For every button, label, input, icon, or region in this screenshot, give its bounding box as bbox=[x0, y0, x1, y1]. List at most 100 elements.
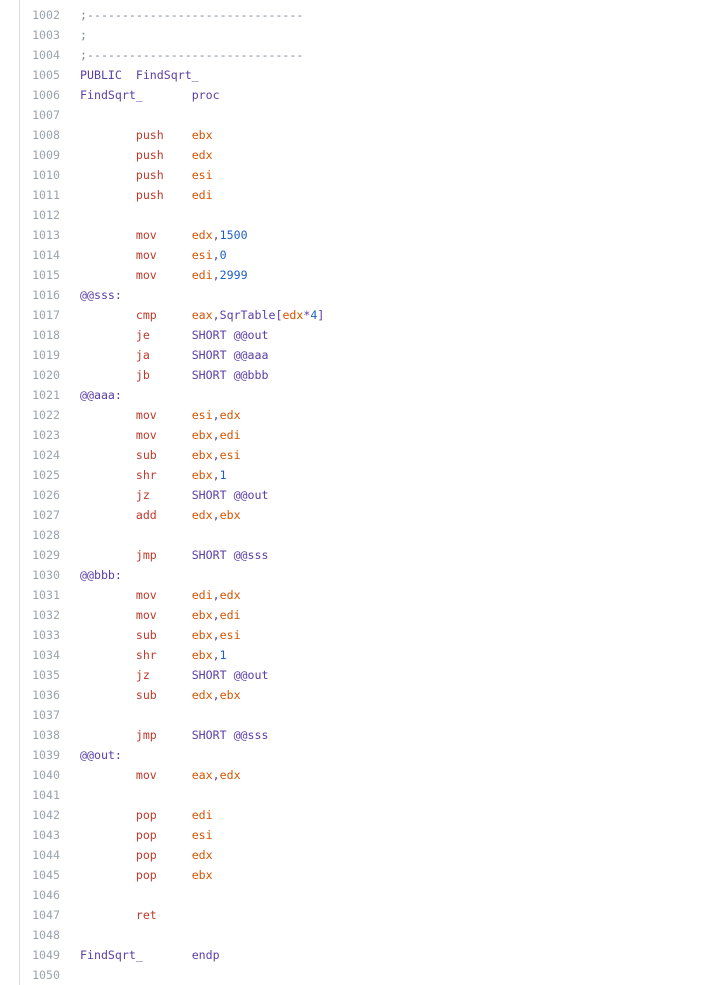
code-line: 1018 je SHORT @@out bbox=[20, 325, 715, 345]
code-token: edi bbox=[219, 428, 241, 442]
code-line: 1016 @@sss: bbox=[20, 285, 715, 305]
code-line: 1020 jb SHORT @@bbb bbox=[20, 365, 715, 385]
code-token: ret bbox=[80, 908, 157, 922]
code-token: shr bbox=[80, 468, 192, 482]
line-number: 1024 bbox=[32, 448, 60, 462]
code-line: 1003; bbox=[20, 25, 715, 45]
code-token: ; bbox=[80, 28, 87, 42]
code-token: sub bbox=[80, 448, 192, 462]
code-line: 1006 FindSqrt_ proc bbox=[20, 85, 715, 105]
code-token: mov bbox=[80, 268, 192, 282]
code-line: 1034 shr ebx,1 bbox=[20, 645, 715, 665]
line-text: push esi bbox=[80, 168, 715, 182]
code-line: 1023 mov ebx,edi bbox=[20, 425, 715, 445]
code-token: edx bbox=[191, 148, 213, 162]
line-number: 1013 bbox=[32, 228, 60, 242]
code-token: pop bbox=[80, 808, 192, 822]
line-text: ;------------------------------- bbox=[80, 48, 715, 62]
code-line: 1050 bbox=[20, 965, 715, 985]
code-token: , bbox=[212, 688, 220, 702]
code-token: edi bbox=[191, 808, 213, 822]
code-token: ebx bbox=[191, 468, 213, 482]
code-line: 1039 @@out: bbox=[20, 745, 715, 765]
line-number: 1017 bbox=[32, 308, 60, 322]
line-text: pop esi bbox=[80, 828, 715, 842]
line-number: 1007 bbox=[32, 108, 60, 122]
code-line: 1042 pop edi bbox=[20, 805, 715, 825]
code-viewer: 1002 ;------------------------------- 1003… bbox=[0, 0, 715, 985]
code-token: esi bbox=[219, 628, 241, 642]
code-line: 1038 jmp SHORT @@sss bbox=[20, 725, 715, 745]
line-text: sub ebx,esi bbox=[80, 628, 715, 642]
line-text: push edx bbox=[80, 148, 715, 162]
code-token: mov bbox=[80, 408, 192, 422]
code-token: , bbox=[212, 428, 220, 442]
gutter-border bbox=[0, 0, 20, 985]
code-token: ;------------------------------- bbox=[80, 48, 304, 62]
code-token: 2999 bbox=[219, 268, 248, 282]
code-token: proc bbox=[191, 88, 220, 102]
code-line: 1008 push ebx bbox=[20, 125, 715, 145]
code-token: edi bbox=[191, 188, 213, 202]
code-token: SHORT @@out bbox=[191, 488, 269, 502]
code-line: 1022 mov esi,edx bbox=[20, 405, 715, 425]
code-token: @@aaa: bbox=[80, 388, 122, 402]
code-token: , bbox=[212, 248, 220, 262]
line-text: shr ebx,1 bbox=[80, 468, 715, 482]
code-token: jz bbox=[80, 488, 192, 502]
code-token: ,SqrTable[ bbox=[212, 308, 283, 322]
line-text: mov esi,0 bbox=[80, 248, 715, 262]
line-text: FindSqrt_ proc bbox=[80, 88, 715, 102]
code-token: @@bbb: bbox=[80, 568, 122, 582]
line-text: mov edi,edx bbox=[80, 588, 715, 602]
code-line: 1049 FindSqrt_ endp bbox=[20, 945, 715, 965]
line-text: @@bbb: bbox=[80, 568, 715, 582]
code-token: ebx bbox=[219, 508, 241, 522]
code-token: esi bbox=[219, 448, 241, 462]
code-line: 1047 ret bbox=[20, 905, 715, 925]
code-line: 1029 jmp SHORT @@sss bbox=[20, 545, 715, 565]
code-token: SHORT @@out bbox=[191, 328, 269, 342]
code-line: 1019 ja SHORT @@aaa bbox=[20, 345, 715, 365]
line-text: pop edi bbox=[80, 808, 715, 822]
code-token: FindSqrt_ bbox=[80, 88, 192, 102]
code-line: 1031 mov edi,edx bbox=[20, 585, 715, 605]
code-line: 1004 ;------------------------------- bbox=[20, 45, 715, 65]
line-text: jb SHORT @@bbb bbox=[80, 368, 715, 382]
code-token: ;------------------------------- bbox=[80, 8, 304, 22]
code-line: 1045 pop ebx bbox=[20, 865, 715, 885]
code-token: SHORT @@aaa bbox=[191, 348, 269, 362]
line-text: mov ebx,edi bbox=[80, 608, 715, 622]
code-token: mov bbox=[80, 608, 192, 622]
code-token: SHORT @@bbb bbox=[191, 368, 269, 382]
code-token: pop bbox=[80, 848, 192, 862]
code-token: jmp bbox=[80, 548, 192, 562]
code-token: SHORT @@sss bbox=[191, 548, 269, 562]
code-token: mov bbox=[80, 768, 192, 782]
line-text: sub ebx,esi bbox=[80, 448, 715, 462]
line-number: 1009 bbox=[32, 148, 60, 162]
line-text: mov ebx,edi bbox=[80, 428, 715, 442]
code-token: , bbox=[212, 268, 220, 282]
code-token: esi bbox=[191, 828, 213, 842]
code-line: 1032 mov ebx,edi bbox=[20, 605, 715, 625]
code-line: 1010 push esi bbox=[20, 165, 715, 185]
line-number: 1011 bbox=[32, 188, 60, 202]
line-number: 1027 bbox=[32, 508, 60, 522]
code-line: 1009 push edx bbox=[20, 145, 715, 165]
line-text: pop edx bbox=[80, 848, 715, 862]
line-number: 1005 bbox=[32, 68, 60, 82]
line-number: 1028 bbox=[32, 528, 60, 542]
code-token: jmp bbox=[80, 728, 192, 742]
code-token: eax bbox=[191, 768, 213, 782]
line-number: 1038 bbox=[32, 728, 60, 742]
line-number: 1043 bbox=[32, 828, 60, 842]
code-token: edx bbox=[191, 228, 213, 242]
line-number: 1018 bbox=[32, 328, 60, 342]
code-token: sub bbox=[80, 688, 192, 702]
code-listing: 1002 ;------------------------------- 1003… bbox=[20, 5, 715, 985]
line-text: ret bbox=[80, 908, 715, 922]
code-token: 0 bbox=[219, 248, 227, 262]
code-token: mov bbox=[80, 428, 192, 442]
code-token: add bbox=[80, 508, 192, 522]
